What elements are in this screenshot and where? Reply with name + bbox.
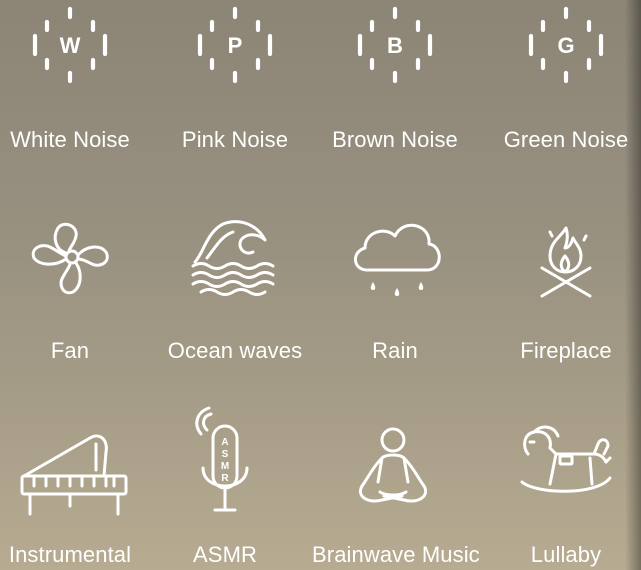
sound-label: White Noise (10, 127, 130, 152)
sound-tile-rain[interactable]: Rain (315, 210, 475, 370)
green-noise-icon: G (528, 6, 604, 84)
brown-noise-icon: B (357, 6, 433, 84)
sound-label: Brainwave Music (312, 542, 480, 567)
sound-tile-white-noise[interactable]: W White Noise (0, 0, 150, 160)
sound-tile-instrumental[interactable]: Instrumental (0, 410, 150, 570)
sound-tile-lullaby[interactable]: Lullaby (486, 410, 641, 570)
svg-text:M: M (221, 461, 229, 472)
campfire-icon (540, 226, 592, 298)
sound-label: Fan (50, 338, 90, 363)
sound-tile-fan[interactable]: Fan (0, 210, 150, 370)
grand-piano-icon (20, 434, 128, 516)
sound-label: Brown Noise (332, 127, 458, 152)
rocking-horse-icon (520, 425, 612, 493)
noise-letter: P (228, 33, 243, 58)
sound-tile-brainwave-music[interactable]: Brainwave Music (312, 410, 480, 570)
sound-label: ASMR (193, 542, 257, 567)
rain-cloud-icon (354, 223, 441, 296)
sound-label: Ocean waves (167, 338, 303, 363)
pink-noise-icon: P (197, 6, 273, 84)
svg-text:A: A (221, 437, 228, 448)
noise-letter: W (60, 33, 81, 58)
sound-tile-green-noise[interactable]: G Green Noise (486, 0, 641, 160)
sound-label: Rain (372, 338, 418, 363)
meditation-icon (359, 427, 427, 503)
svg-text:S: S (222, 449, 229, 460)
sound-tile-ocean-waves[interactable]: Ocean waves (155, 210, 315, 370)
white-noise-icon: W (32, 6, 108, 84)
svg-text:R: R (221, 473, 229, 484)
noise-letter: G (557, 33, 574, 58)
asmr-microphone-icon: A S M R (195, 406, 249, 512)
sound-label: Lullaby (530, 542, 602, 567)
sound-label: Instrumental (8, 542, 132, 567)
sound-label: Fireplace (520, 338, 612, 363)
sound-tile-brown-noise[interactable]: B Brown Noise (315, 0, 475, 160)
fan-icon (31, 222, 109, 295)
sound-tile-fireplace[interactable]: Fireplace (486, 210, 641, 370)
sound-label: Pink Noise (181, 127, 289, 152)
noise-letter: B (387, 33, 403, 58)
sound-tile-pink-noise[interactable]: P Pink Noise (155, 0, 315, 160)
sound-tile-asmr[interactable]: A S M R ASMR (145, 406, 305, 570)
sound-label: Green Noise (503, 127, 629, 152)
ocean-waves-icon (191, 220, 275, 296)
